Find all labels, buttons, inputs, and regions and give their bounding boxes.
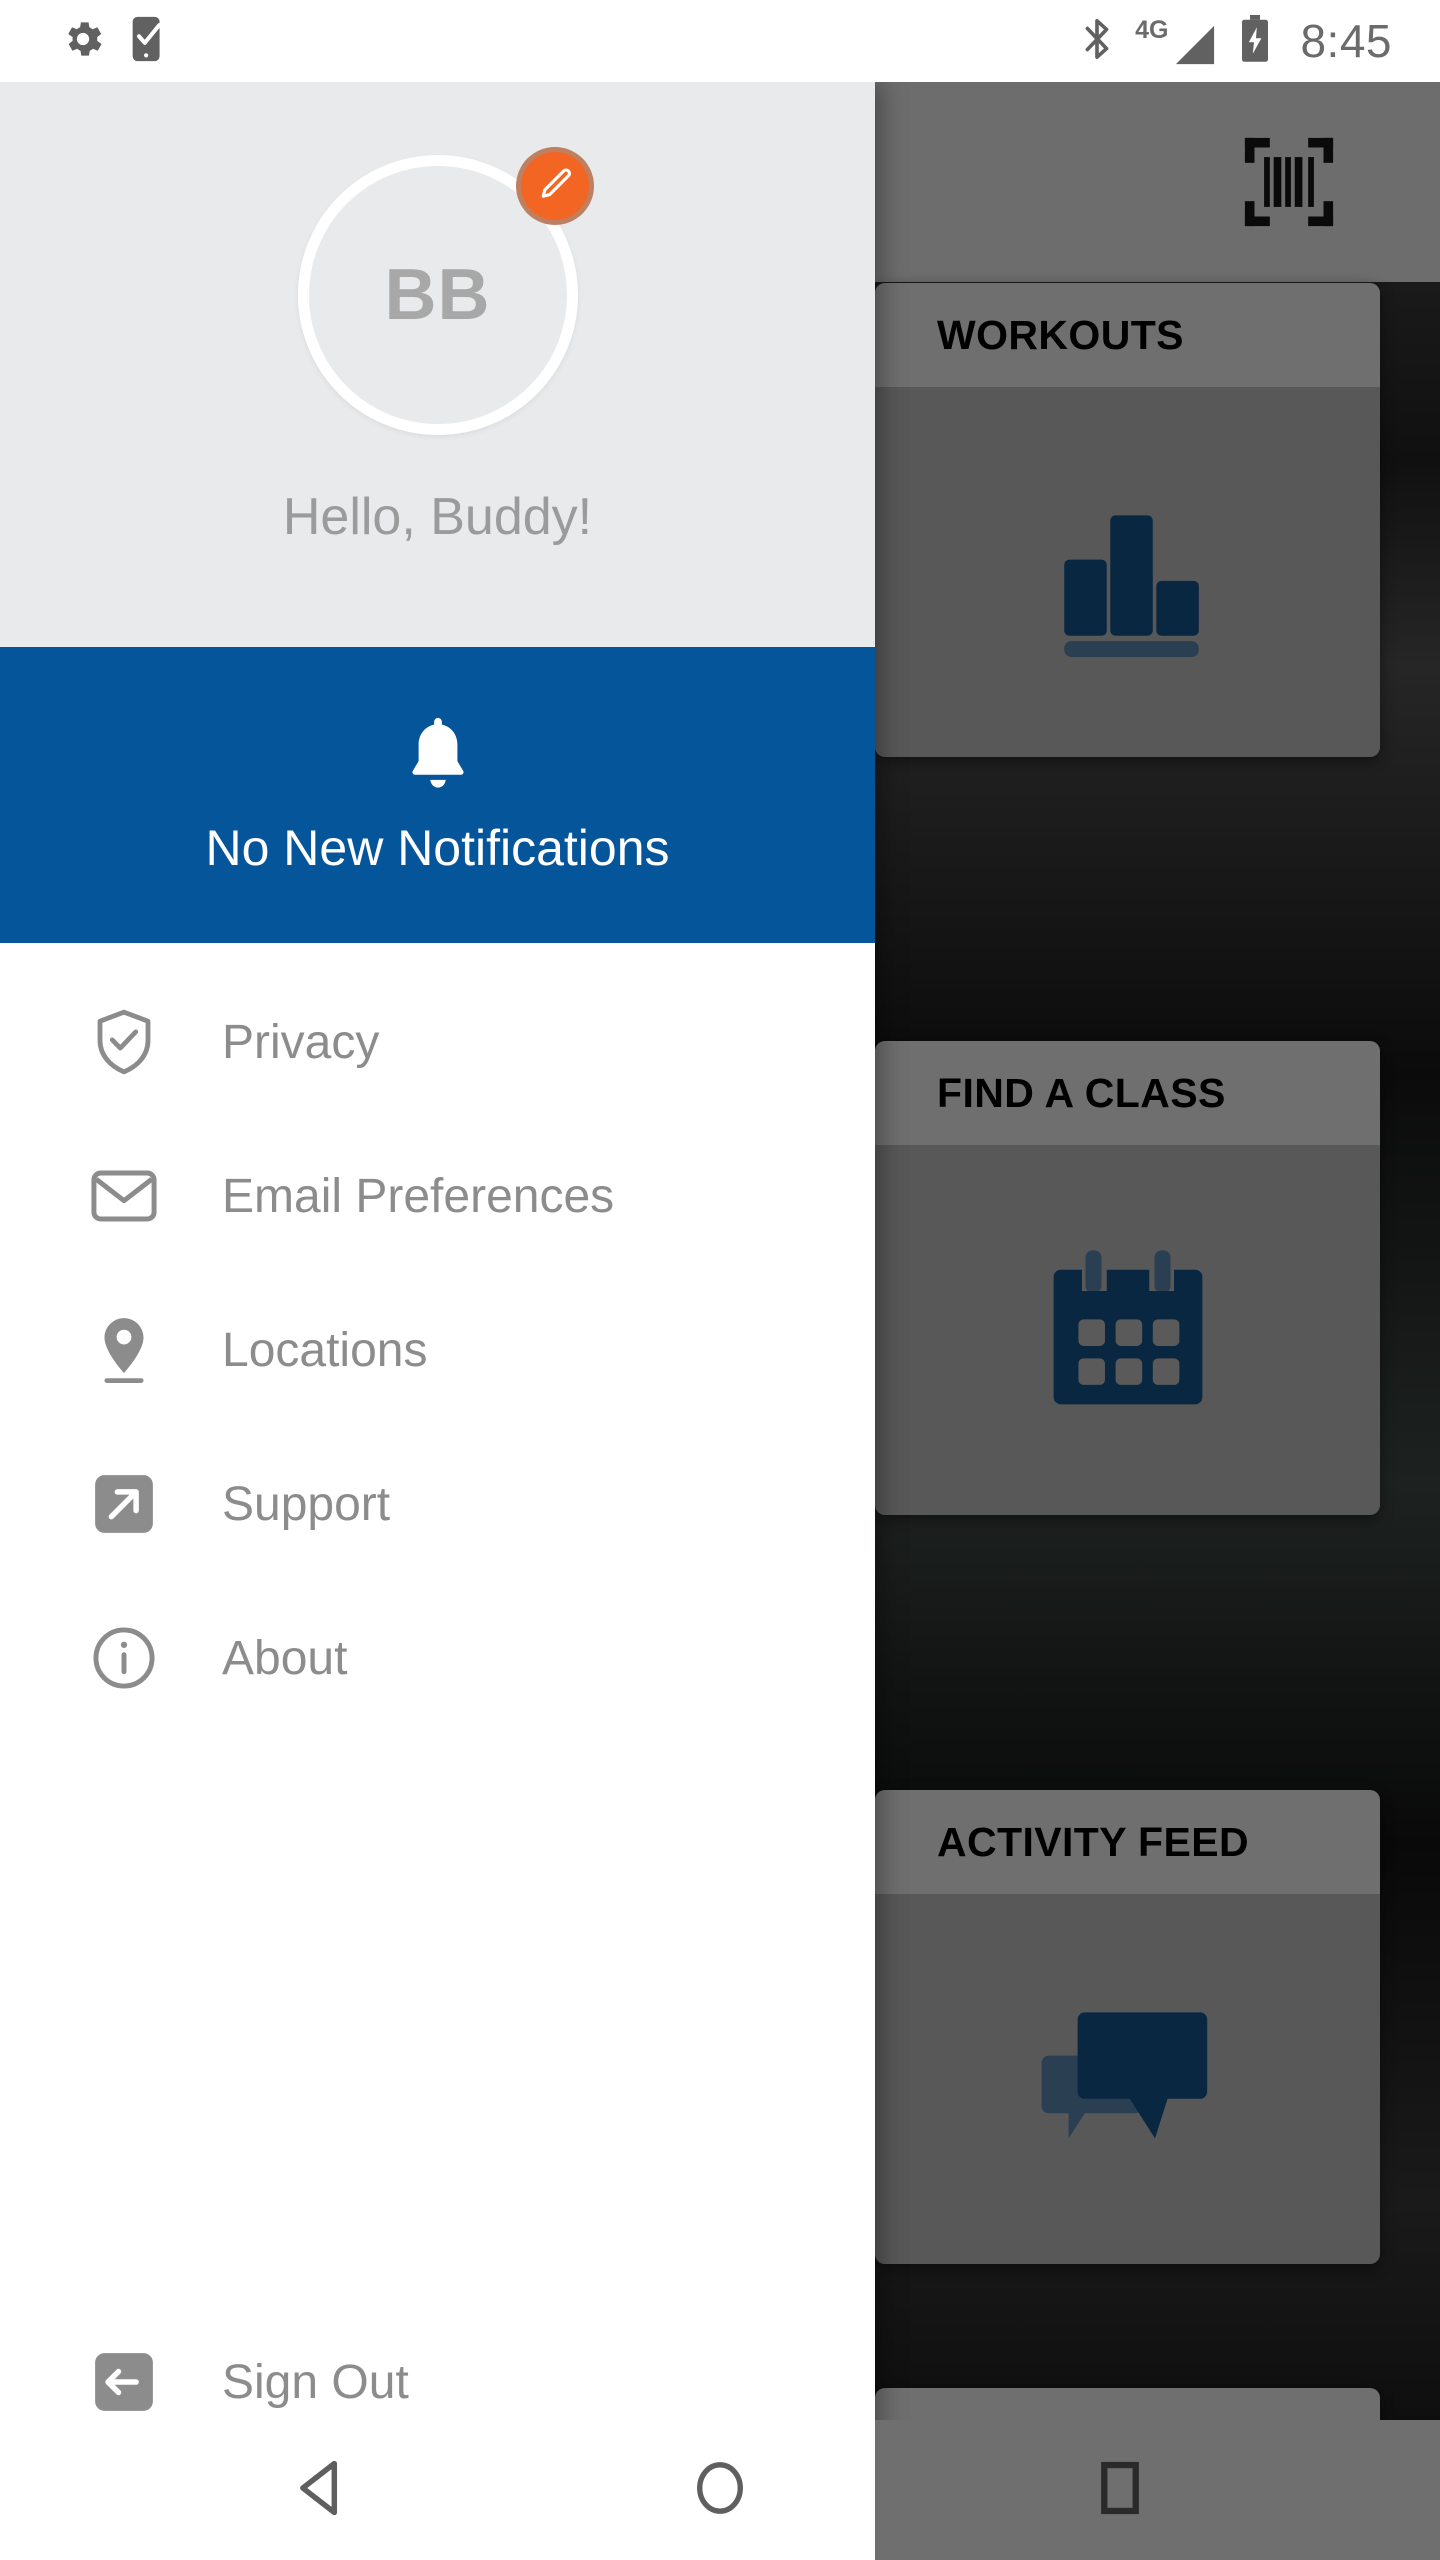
- gear-icon: [60, 16, 106, 67]
- bluetooth-icon: [1081, 16, 1113, 67]
- menu-item-locations[interactable]: Locations: [0, 1273, 875, 1427]
- status-bar-right: 4G 8:45: [1081, 14, 1440, 68]
- status-bar-left: [0, 14, 170, 69]
- menu-item-privacy[interactable]: Privacy: [0, 965, 875, 1119]
- card-title: ACTIVITY FEED: [937, 1818, 1249, 1865]
- phone-screen: WORKOUTS FIND A CLASS ACTIVITY FEED 4G 8…: [0, 0, 1440, 2560]
- card-workouts[interactable]: WORKOUTS: [875, 283, 1380, 757]
- menu-item-label: Sign Out: [222, 2355, 409, 2409]
- status-bar: 4G 8:45: [0, 0, 1440, 82]
- status-bar-clock: 8:45: [1300, 15, 1392, 67]
- card-find-a-class[interactable]: FIND A CLASS: [875, 1041, 1380, 1515]
- square-recents-icon: [1097, 2459, 1143, 2522]
- profile-section: BB Hello, Buddy!: [0, 82, 875, 647]
- barcode-scan-icon[interactable]: [1243, 136, 1335, 228]
- phone-check-icon: [128, 14, 170, 69]
- calendar-icon: [1038, 1245, 1218, 1415]
- notifications-label: No New Notifications: [205, 819, 670, 876]
- bar-chart-icon: [1038, 487, 1218, 657]
- card-header: ACTIVITY FEED: [875, 1790, 1380, 1894]
- nav-recents-button[interactable]: [1020, 2420, 1220, 2560]
- shield-check-icon: [88, 1006, 160, 1078]
- signal-4g-icon: 4G: [1135, 16, 1218, 66]
- nav-home-button[interactable]: [620, 2420, 820, 2560]
- card-activity-feed[interactable]: ACTIVITY FEED: [875, 1790, 1380, 2264]
- sign-out-icon: [88, 2346, 160, 2418]
- triangle-back-icon: [294, 2459, 346, 2522]
- menu-item-label: Privacy: [222, 1015, 380, 1069]
- card-title: WORKOUTS: [937, 311, 1184, 358]
- bell-icon: [399, 714, 477, 803]
- pencil-icon: [536, 165, 574, 208]
- android-navigation-bar: [0, 2420, 1440, 2560]
- card-body: [875, 1894, 1380, 2264]
- menu-item-label: Locations: [222, 1323, 428, 1377]
- menu-item-email-preferences[interactable]: Email Preferences: [0, 1119, 875, 1273]
- network-type-label: 4G: [1135, 16, 1169, 44]
- envelope-icon: [88, 1160, 160, 1232]
- menu-item-label: Support: [222, 1477, 391, 1531]
- drawer-menu-list: Privacy Email Preferences Locations Supp…: [0, 943, 875, 1735]
- map-pin-icon: [88, 1314, 160, 1386]
- notifications-banner[interactable]: No New Notifications: [0, 647, 875, 943]
- avatar[interactable]: BB: [297, 147, 594, 435]
- circle-home-icon: [693, 2459, 747, 2522]
- navigation-drawer: BB Hello, Buddy! No New Notifications Pr…: [0, 82, 875, 2560]
- edit-profile-button[interactable]: [515, 147, 594, 225]
- avatar-initials: BB: [384, 255, 491, 335]
- chat-bubbles-icon: [1038, 1994, 1218, 2164]
- battery-charging-icon: [1240, 14, 1270, 68]
- card-body: [875, 1145, 1380, 1515]
- external-link-icon: [88, 1468, 160, 1540]
- card-title: FIND A CLASS: [937, 1069, 1226, 1116]
- card-header: FIND A CLASS: [875, 1041, 1380, 1145]
- menu-item-about[interactable]: About: [0, 1581, 875, 1735]
- info-circle-icon: [88, 1622, 160, 1694]
- greeting-text: Hello, Buddy!: [282, 488, 593, 546]
- nav-back-button[interactable]: [220, 2420, 420, 2560]
- card-header: WORKOUTS: [875, 283, 1380, 387]
- card-body: [875, 387, 1380, 757]
- menu-item-support[interactable]: Support: [0, 1427, 875, 1581]
- menu-item-label: Email Preferences: [222, 1169, 615, 1223]
- menu-item-label: About: [222, 1631, 348, 1685]
